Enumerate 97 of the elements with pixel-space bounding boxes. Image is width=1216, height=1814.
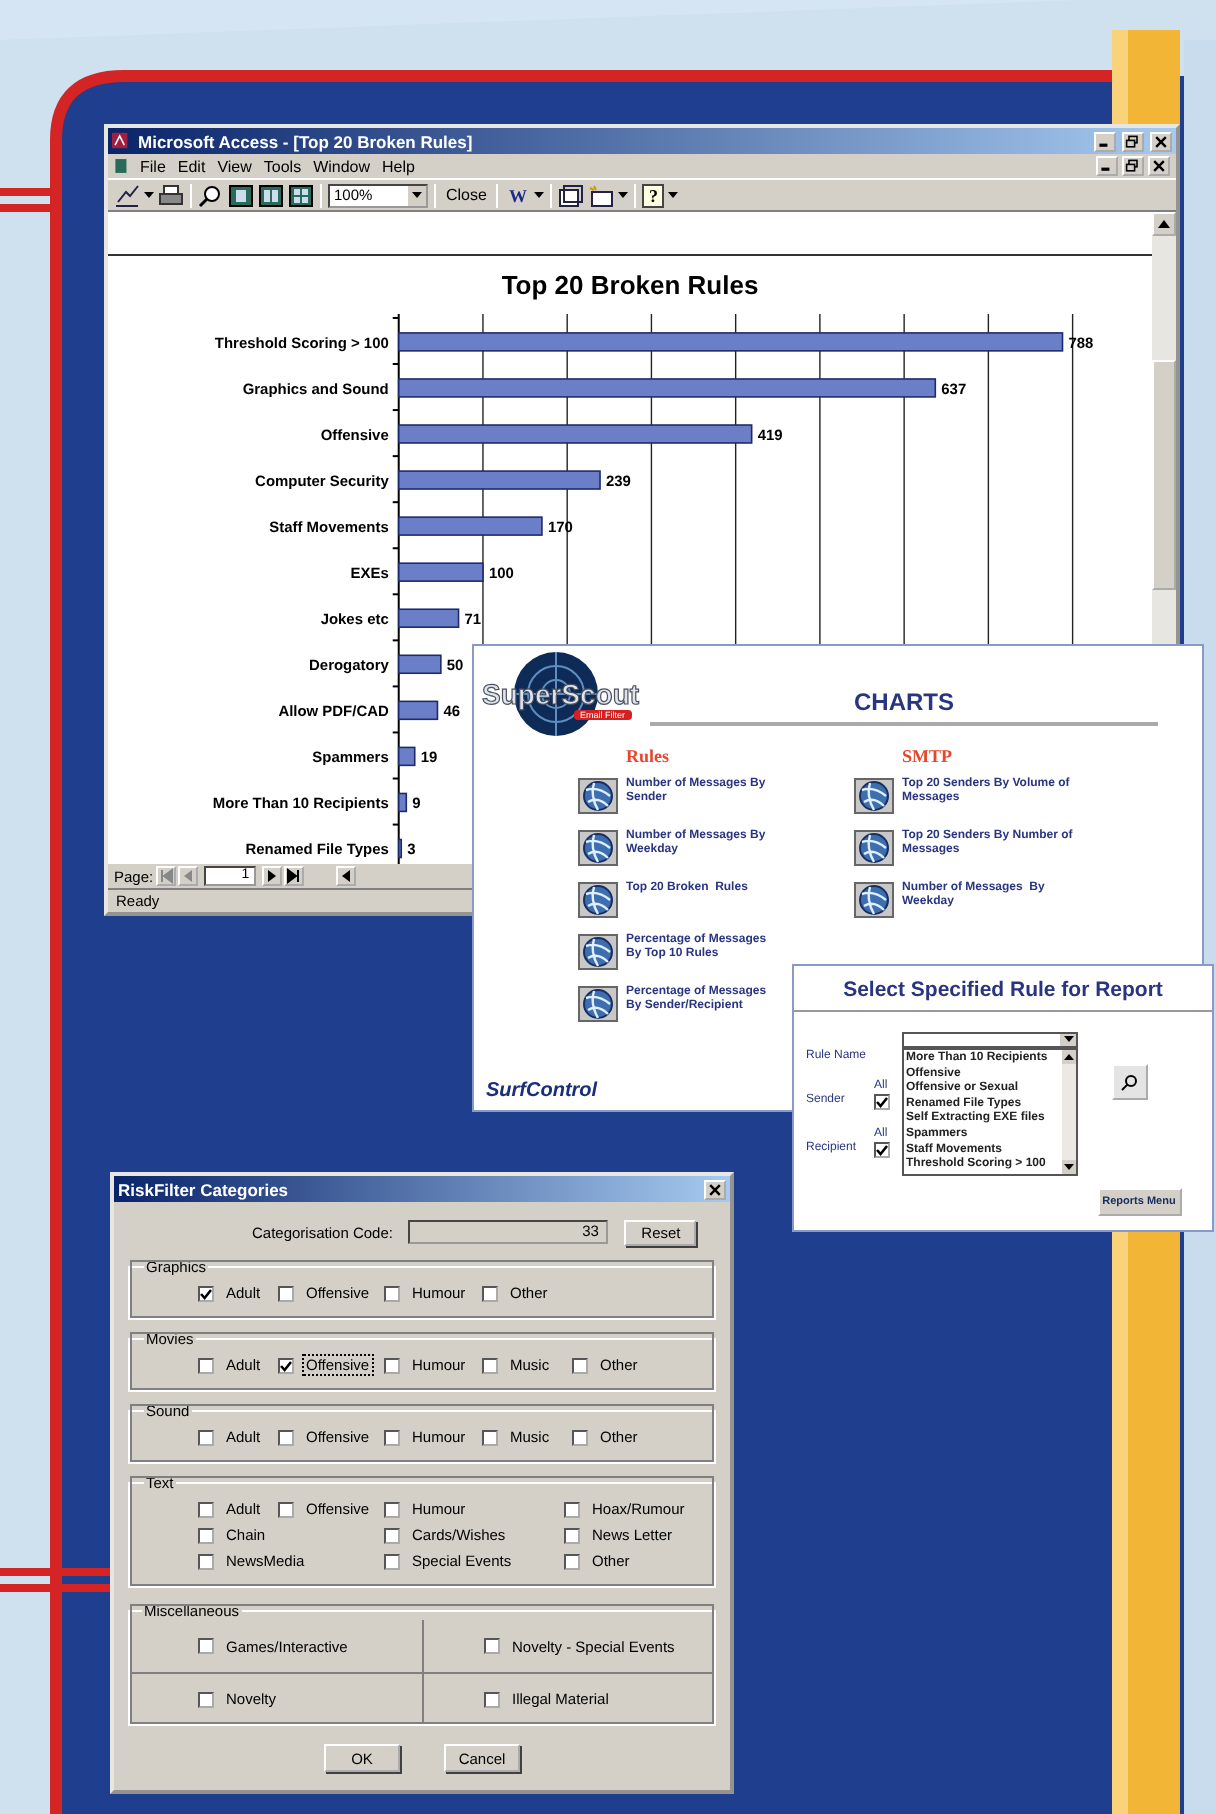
checkbox[interactable] [198,1691,214,1707]
checkbox[interactable] [198,1553,214,1569]
globe-button[interactable] [578,830,618,866]
checkbox[interactable] [572,1429,588,1445]
close-button[interactable] [1148,156,1170,176]
help-button[interactable]: ? [642,183,664,207]
maximize-button[interactable] [1122,156,1144,176]
globe-button[interactable] [854,830,894,866]
minimize-button[interactable] [1096,156,1118,176]
menu-item[interactable]: Tools [259,157,306,175]
menu-item[interactable]: File [136,157,170,175]
globe-button[interactable] [854,882,894,918]
checkbox[interactable] [874,1094,890,1110]
checkbox[interactable] [564,1501,580,1517]
bar [397,838,403,858]
close-button[interactable] [704,1179,726,1199]
scroll-up-icon[interactable] [1062,1050,1076,1064]
checkbox[interactable] [384,1285,400,1301]
one-page-icon[interactable] [228,183,254,207]
first-page-button[interactable] [155,866,176,886]
bar [397,608,460,628]
brand-logo: SurfControl [486,1080,598,1102]
design-view-icon[interactable] [114,183,140,207]
checkbox[interactable] [484,1691,500,1707]
checkbox[interactable] [484,1638,500,1654]
scroll-left-button[interactable] [335,866,356,886]
checkbox[interactable] [198,1501,214,1517]
bar [397,562,484,582]
globe-button[interactable] [854,778,894,814]
checkbox[interactable] [278,1285,294,1301]
minimize-button[interactable] [1094,131,1116,151]
column-heading: Rules [624,746,672,770]
checkbox[interactable] [384,1527,400,1543]
checkbox[interactable] [572,1357,588,1373]
globe-button[interactable] [578,778,618,814]
maximize-button[interactable] [1122,131,1144,151]
stripe-decoration [0,1568,114,1592]
checkbox[interactable] [198,1429,214,1445]
bar [397,700,439,720]
close-button[interactable] [1150,131,1172,151]
new-object-icon[interactable] [588,183,615,207]
dropdown-arrow-icon [1063,1036,1073,1044]
checkbox[interactable] [198,1527,214,1543]
chart-title: Top 20 Broken Rules [499,269,761,304]
panel-title: Select Specified Rule for Report [794,966,1212,1012]
checkbox[interactable] [874,1142,890,1158]
bar [397,746,416,766]
two-pages-icon[interactable] [258,183,284,207]
rule-name-dropdown[interactable] [902,1032,1078,1048]
bar [397,792,408,812]
window-title: RiskFilter Categories [118,1179,291,1199]
globe-button[interactable] [578,934,618,970]
menu-item[interactable]: Edit [173,157,210,175]
caret-icon [534,191,545,199]
checkbox[interactable] [564,1553,580,1569]
checkbox[interactable] [482,1429,498,1445]
search-icon[interactable] [198,183,224,207]
checkbox[interactable] [384,1429,400,1445]
checkbox[interactable] [198,1357,214,1373]
print-icon[interactable] [158,183,184,207]
globe-button[interactable] [578,986,618,1022]
export-button[interactable]: W [504,182,531,208]
scroll-up-button[interactable] [1152,212,1176,236]
previous-page-button[interactable] [177,866,198,886]
menu-item[interactable]: View [213,157,256,175]
caret-icon [667,191,678,199]
database-window-icon[interactable] [558,183,585,207]
checkbox[interactable] [384,1357,400,1373]
checkbox[interactable] [278,1357,294,1373]
close-preview-button[interactable]: Close [442,182,491,208]
search-icon [1120,1073,1138,1091]
last-page-button[interactable] [283,866,304,886]
search-button[interactable] [1111,1064,1147,1100]
checkbox[interactable] [564,1527,580,1543]
checkbox[interactable] [384,1553,400,1569]
globe-button[interactable] [578,882,618,918]
menu-item[interactable]: Window [309,157,375,175]
column-heading: SMTP [900,746,955,770]
checkbox[interactable] [278,1429,294,1445]
menu-item[interactable]: Help [378,157,419,175]
form-icon [114,154,132,178]
dropdown-arrow-icon [412,191,422,199]
checkbox[interactable] [482,1285,498,1301]
app-icon [112,131,132,151]
scroll-down-icon[interactable] [1062,1160,1076,1174]
caret-icon [618,191,629,199]
checkbox[interactable] [384,1501,400,1517]
checkbox[interactable] [482,1357,498,1373]
bar [397,654,442,674]
next-page-button[interactable] [261,866,282,886]
checkbox[interactable] [278,1501,294,1517]
checkbox[interactable] [198,1285,214,1301]
checkbox[interactable] [198,1638,214,1654]
multiple-pages-icon[interactable] [288,183,314,207]
panel-title: CHARTS [650,688,1158,726]
caret-icon [144,191,154,199]
window-title: Microsoft Access - [Top 20 Broken Rules] [138,131,475,151]
